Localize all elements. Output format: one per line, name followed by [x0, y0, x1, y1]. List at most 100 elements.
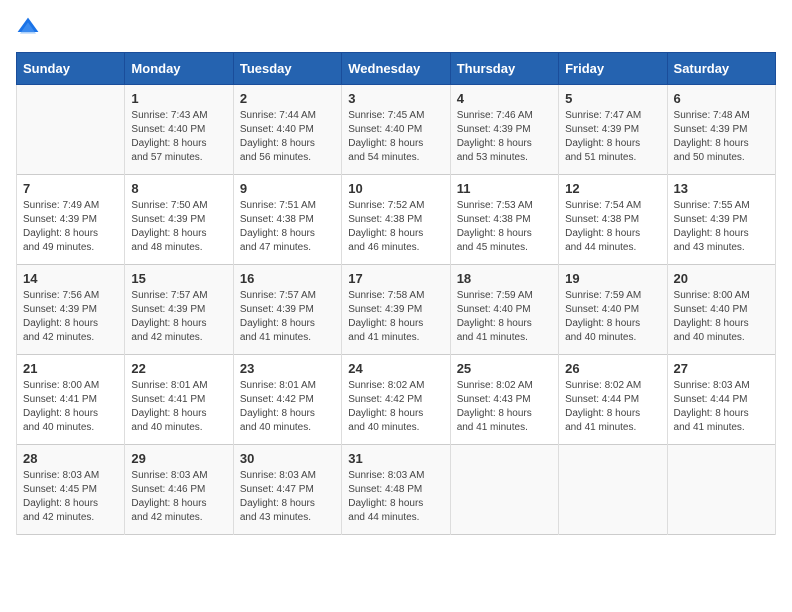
cell-info: Sunrise: 8:00 AM Sunset: 4:40 PM Dayligh… — [674, 289, 769, 345]
day-number: 27 — [674, 361, 769, 376]
calendar-cell: 17 Sunrise: 7:58 AM Sunset: 4:39 PM Dayli… — [342, 265, 450, 355]
calendar-cell: 3 Sunrise: 7:45 AM Sunset: 4:40 PM Daylig… — [342, 85, 450, 175]
calendar-cell: 26 Sunrise: 8:02 AM Sunset: 4:44 PM Dayli… — [559, 355, 667, 445]
cell-info: Sunrise: 8:01 AM Sunset: 4:42 PM Dayligh… — [240, 379, 335, 435]
cell-info: Sunrise: 7:58 AM Sunset: 4:39 PM Dayligh… — [348, 289, 443, 345]
calendar-cell: 31 Sunrise: 8:03 AM Sunset: 4:48 PM Dayli… — [342, 445, 450, 535]
day-number: 6 — [674, 91, 769, 106]
day-number: 4 — [457, 91, 552, 106]
cell-info: Sunrise: 7:57 AM Sunset: 4:39 PM Dayligh… — [131, 289, 226, 345]
calendar-cell: 1 Sunrise: 7:43 AM Sunset: 4:40 PM Daylig… — [125, 85, 233, 175]
calendar-week-row: 28 Sunrise: 8:03 AM Sunset: 4:45 PM Dayli… — [17, 445, 776, 535]
calendar-cell — [667, 445, 775, 535]
cell-info: Sunrise: 7:47 AM Sunset: 4:39 PM Dayligh… — [565, 109, 660, 165]
day-number: 7 — [23, 181, 118, 196]
day-number: 18 — [457, 271, 552, 286]
cell-info: Sunrise: 7:59 AM Sunset: 4:40 PM Dayligh… — [457, 289, 552, 345]
cell-info: Sunrise: 8:03 AM Sunset: 4:47 PM Dayligh… — [240, 469, 335, 525]
calendar-header-row: SundayMondayTuesdayWednesdayThursdayFrid… — [17, 53, 776, 85]
calendar-cell: 20 Sunrise: 8:00 AM Sunset: 4:40 PM Dayli… — [667, 265, 775, 355]
day-number: 19 — [565, 271, 660, 286]
day-number: 16 — [240, 271, 335, 286]
column-header-monday: Monday — [125, 53, 233, 85]
logo — [16, 16, 44, 40]
calendar-cell: 12 Sunrise: 7:54 AM Sunset: 4:38 PM Dayli… — [559, 175, 667, 265]
cell-info: Sunrise: 7:48 AM Sunset: 4:39 PM Dayligh… — [674, 109, 769, 165]
calendar-cell — [17, 85, 125, 175]
cell-info: Sunrise: 8:01 AM Sunset: 4:41 PM Dayligh… — [131, 379, 226, 435]
logo-icon — [16, 16, 40, 40]
calendar-week-row: 14 Sunrise: 7:56 AM Sunset: 4:39 PM Dayli… — [17, 265, 776, 355]
day-number: 3 — [348, 91, 443, 106]
cell-info: Sunrise: 8:03 AM Sunset: 4:48 PM Dayligh… — [348, 469, 443, 525]
cell-info: Sunrise: 8:03 AM Sunset: 4:44 PM Dayligh… — [674, 379, 769, 435]
cell-info: Sunrise: 7:57 AM Sunset: 4:39 PM Dayligh… — [240, 289, 335, 345]
calendar-cell: 4Sunrise: 7:46 AM Sunset: 4:39 PM Daylig… — [450, 85, 558, 175]
calendar-cell: 29 Sunrise: 8:03 AM Sunset: 4:46 PM Dayli… — [125, 445, 233, 535]
cell-info: Sunrise: 7:45 AM Sunset: 4:40 PM Dayligh… — [348, 109, 443, 165]
calendar-cell: 18 Sunrise: 7:59 AM Sunset: 4:40 PM Dayli… — [450, 265, 558, 355]
calendar-cell: 5Sunrise: 7:47 AM Sunset: 4:39 PM Daylig… — [559, 85, 667, 175]
calendar-cell: 16 Sunrise: 7:57 AM Sunset: 4:39 PM Dayli… — [233, 265, 341, 355]
cell-info: Sunrise: 7:44 AM Sunset: 4:40 PM Dayligh… — [240, 109, 335, 165]
calendar-cell: 22Sunrise: 8:01 AM Sunset: 4:41 PM Dayli… — [125, 355, 233, 445]
column-header-friday: Friday — [559, 53, 667, 85]
day-number: 13 — [674, 181, 769, 196]
column-header-thursday: Thursday — [450, 53, 558, 85]
calendar-table: SundayMondayTuesdayWednesdayThursdayFrid… — [16, 52, 776, 535]
day-number: 14 — [23, 271, 118, 286]
day-number: 9 — [240, 181, 335, 196]
calendar-week-row: 7 Sunrise: 7:49 AM Sunset: 4:39 PM Daylig… — [17, 175, 776, 265]
cell-info: Sunrise: 8:00 AM Sunset: 4:41 PM Dayligh… — [23, 379, 118, 435]
calendar-cell: 9Sunrise: 7:51 AM Sunset: 4:38 PM Daylig… — [233, 175, 341, 265]
calendar-cell: 21 Sunrise: 8:00 AM Sunset: 4:41 PM Dayli… — [17, 355, 125, 445]
cell-info: Sunrise: 7:49 AM Sunset: 4:39 PM Dayligh… — [23, 199, 118, 255]
calendar-cell: 7 Sunrise: 7:49 AM Sunset: 4:39 PM Daylig… — [17, 175, 125, 265]
calendar-cell: 2 Sunrise: 7:44 AM Sunset: 4:40 PM Daylig… — [233, 85, 341, 175]
page-header — [16, 16, 776, 40]
cell-info: Sunrise: 7:53 AM Sunset: 4:38 PM Dayligh… — [457, 199, 552, 255]
day-number: 31 — [348, 451, 443, 466]
column-header-wednesday: Wednesday — [342, 53, 450, 85]
cell-info: Sunrise: 7:43 AM Sunset: 4:40 PM Dayligh… — [131, 109, 226, 165]
day-number: 29 — [131, 451, 226, 466]
calendar-cell: 11 Sunrise: 7:53 AM Sunset: 4:38 PM Dayli… — [450, 175, 558, 265]
day-number: 17 — [348, 271, 443, 286]
column-header-sunday: Sunday — [17, 53, 125, 85]
calendar-cell: 13 Sunrise: 7:55 AM Sunset: 4:39 PM Dayli… — [667, 175, 775, 265]
calendar-week-row: 1 Sunrise: 7:43 AM Sunset: 4:40 PM Daylig… — [17, 85, 776, 175]
day-number: 2 — [240, 91, 335, 106]
calendar-week-row: 21 Sunrise: 8:00 AM Sunset: 4:41 PM Dayli… — [17, 355, 776, 445]
day-number: 11 — [457, 181, 552, 196]
cell-info: Sunrise: 7:54 AM Sunset: 4:38 PM Dayligh… — [565, 199, 660, 255]
day-number: 30 — [240, 451, 335, 466]
calendar-cell: 8 Sunrise: 7:50 AM Sunset: 4:39 PM Daylig… — [125, 175, 233, 265]
day-number: 1 — [131, 91, 226, 106]
cell-info: Sunrise: 7:59 AM Sunset: 4:40 PM Dayligh… — [565, 289, 660, 345]
cell-info: Sunrise: 8:02 AM Sunset: 4:42 PM Dayligh… — [348, 379, 443, 435]
calendar-cell: 15Sunrise: 7:57 AM Sunset: 4:39 PM Dayli… — [125, 265, 233, 355]
calendar-cell: 25 Sunrise: 8:02 AM Sunset: 4:43 PM Dayli… — [450, 355, 558, 445]
calendar-cell: 14 Sunrise: 7:56 AM Sunset: 4:39 PM Dayli… — [17, 265, 125, 355]
calendar-cell: 6 Sunrise: 7:48 AM Sunset: 4:39 PM Daylig… — [667, 85, 775, 175]
calendar-cell: 27 Sunrise: 8:03 AM Sunset: 4:44 PM Dayli… — [667, 355, 775, 445]
day-number: 28 — [23, 451, 118, 466]
cell-info: Sunrise: 8:03 AM Sunset: 4:46 PM Dayligh… — [131, 469, 226, 525]
column-header-tuesday: Tuesday — [233, 53, 341, 85]
cell-info: Sunrise: 7:56 AM Sunset: 4:39 PM Dayligh… — [23, 289, 118, 345]
calendar-cell: 10Sunrise: 7:52 AM Sunset: 4:38 PM Dayli… — [342, 175, 450, 265]
day-number: 26 — [565, 361, 660, 376]
cell-info: Sunrise: 7:55 AM Sunset: 4:39 PM Dayligh… — [674, 199, 769, 255]
cell-info: Sunrise: 8:02 AM Sunset: 4:44 PM Dayligh… — [565, 379, 660, 435]
day-number: 25 — [457, 361, 552, 376]
day-number: 8 — [131, 181, 226, 196]
calendar-cell — [450, 445, 558, 535]
day-number: 21 — [23, 361, 118, 376]
cell-info: Sunrise: 7:50 AM Sunset: 4:39 PM Dayligh… — [131, 199, 226, 255]
calendar-cell: 19 Sunrise: 7:59 AM Sunset: 4:40 PM Dayli… — [559, 265, 667, 355]
day-number: 20 — [674, 271, 769, 286]
cell-info: Sunrise: 8:03 AM Sunset: 4:45 PM Dayligh… — [23, 469, 118, 525]
cell-info: Sunrise: 8:02 AM Sunset: 4:43 PM Dayligh… — [457, 379, 552, 435]
day-number: 12 — [565, 181, 660, 196]
column-header-saturday: Saturday — [667, 53, 775, 85]
